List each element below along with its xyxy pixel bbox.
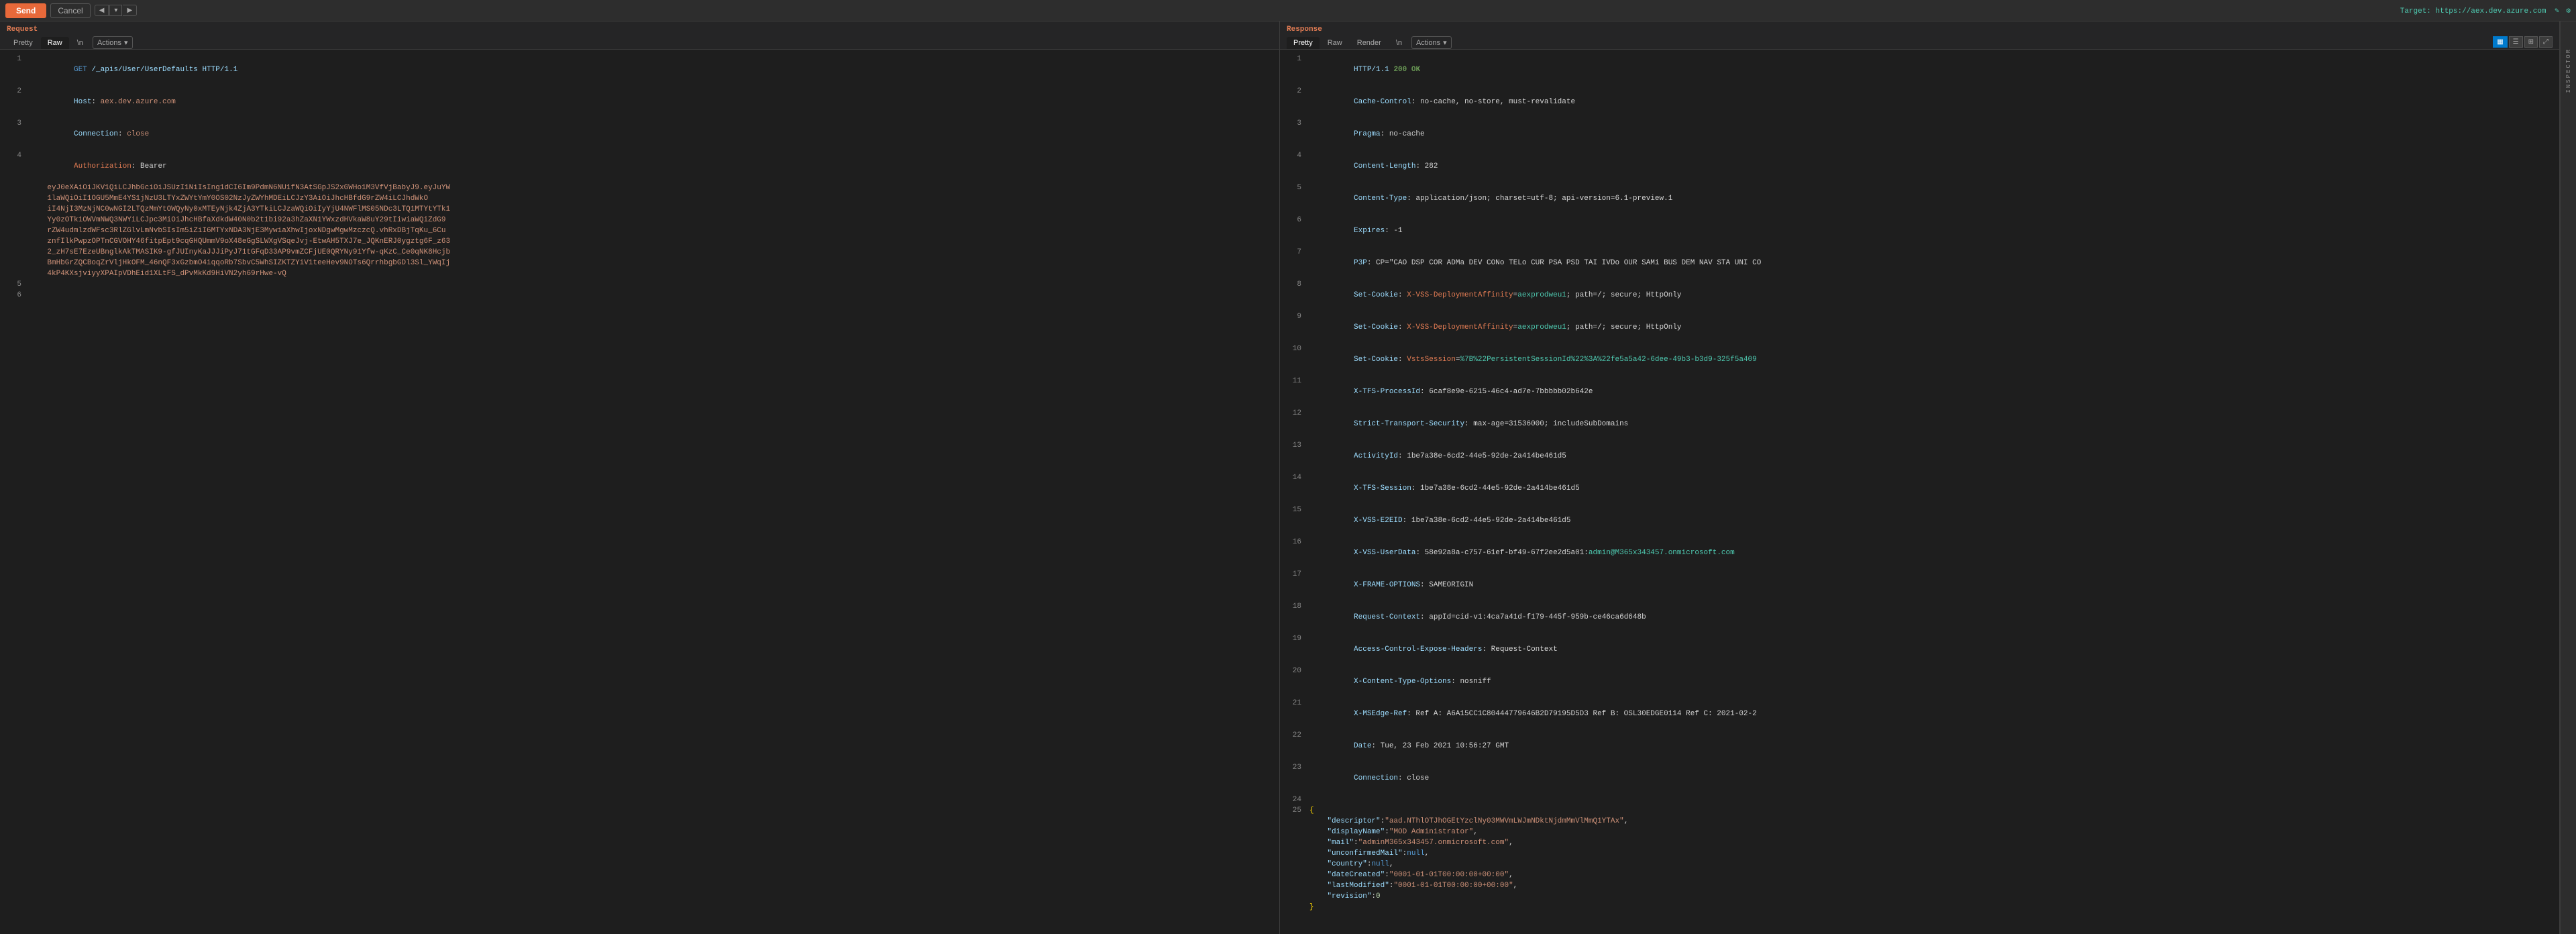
response-actions-button[interactable]: Actions ▾: [1411, 36, 1452, 49]
target-url: Target: https://aex.dev.azure.com ✎ ⚙: [2400, 6, 2571, 15]
next-button[interactable]: ▶: [123, 5, 137, 16]
table-row: 1 HTTP/1.1 200 OK: [1280, 54, 2559, 86]
table-row: "displayName":"MOD Administrator",: [1280, 827, 2559, 837]
table-row: 16 X-VSS-UserData: 58e92a8a-c757-61ef-bf…: [1280, 537, 2559, 569]
tab-request-raw[interactable]: Raw: [41, 37, 69, 49]
table-row: 9 Set-Cookie: X-VSS-DeploymentAffinity=a…: [1280, 311, 2559, 344]
table-row: 21 X-MSEdge-Ref: Ref A: A6A15CC1C8044477…: [1280, 698, 2559, 730]
table-row: 4 Authorization: Bearer: [0, 150, 1279, 183]
table-row: 10 Set-Cookie: VstsSession=%7B%22Persist…: [1280, 344, 2559, 376]
actions-label: Actions: [97, 39, 121, 47]
table-row: 4kP4KXsjviyyXPAIpVDhEid1XLtFS_dPvMkKd9Hi…: [0, 268, 1279, 279]
response-title: Response: [1287, 25, 2553, 34]
table-row: "dateCreated":"0001-01-01T00:00:00+00:00…: [1280, 870, 2559, 880]
table-row: 19 Access-Control-Expose-Headers: Reques…: [1280, 633, 2559, 666]
table-row: znfIlkPwpzOPTnCGVOHY46fitpEpt9cqGHQUmmV9…: [0, 236, 1279, 247]
table-row: 20 X-Content-Type-Options: nosniff: [1280, 666, 2559, 698]
table-row: 5: [0, 279, 1279, 290]
view-table-button[interactable]: ⊞: [2524, 36, 2538, 48]
tab-response-render[interactable]: Render: [1350, 37, 1388, 49]
cancel-button[interactable]: Cancel: [50, 3, 90, 18]
tab-request-pretty[interactable]: Pretty: [7, 37, 40, 49]
table-row: 1 GET /_apis/User/UserDefaults HTTP/1.1: [0, 54, 1279, 86]
table-row: 6 Expires: -1: [1280, 215, 2559, 247]
response-code-area[interactable]: 1 HTTP/1.1 200 OK 2 Cache-Control: no-ca…: [1280, 50, 2559, 934]
table-row: 12 Strict-Transport-Security: max-age=31…: [1280, 408, 2559, 440]
table-row: 8 Set-Cookie: X-VSS-DeploymentAffinity=a…: [1280, 279, 2559, 311]
send-button[interactable]: Send: [5, 3, 46, 18]
table-row: 4 Content-Length: 282: [1280, 150, 2559, 183]
tab-response-newline[interactable]: \n: [1389, 37, 1409, 49]
table-row: 6: [0, 290, 1279, 301]
table-row: 11 X-TFS-ProcessId: 6caf8e9e-6215-46c4-a…: [1280, 376, 2559, 408]
table-row: "descriptor":"aad.NThlOTJhOGEtYzclNy03MW…: [1280, 816, 2559, 827]
table-row: rZW4udmlzdWFsc3RlZGlvLmNvbSIsIm5iZiI6MTY…: [0, 225, 1279, 236]
table-row: iI4NjI3MzNjNC0wNGI2LTQzMmYtOWQyNy0xMTEyN…: [0, 204, 1279, 215]
response-panel-header: Response Pretty Raw Render \n Actions ▾ …: [1280, 21, 2559, 50]
request-tab-bar: Pretty Raw \n Actions ▾: [7, 36, 1273, 49]
table-row: 25 {: [1280, 805, 2559, 816]
table-row: 5 Content-Type: application/json; charse…: [1280, 183, 2559, 215]
table-row: 14 X-TFS-Session: 1be7a38e-6cd2-44e5-92d…: [1280, 472, 2559, 505]
target-url-value: https://aex.dev.azure.com: [2436, 7, 2546, 15]
table-row: 1laWQiOiI1OGU5MmE4YS1jNzU3LTYxZWYtYmY0OS…: [0, 193, 1279, 204]
request-code-area[interactable]: 1 GET /_apis/User/UserDefaults HTTP/1.1 …: [0, 50, 1279, 934]
table-row: 17 X-FRAME-OPTIONS: SAMEORIGIN: [1280, 569, 2559, 601]
table-row: "country":null,: [1280, 859, 2559, 870]
table-row: 2 Host: aex.dev.azure.com: [0, 86, 1279, 118]
edit-icon[interactable]: ✎: [2555, 7, 2559, 15]
table-row: "unconfirmedMail":null,: [1280, 848, 2559, 859]
response-actions-chevron-icon: ▾: [1443, 38, 1447, 47]
table-row: 22 Date: Tue, 23 Feb 2021 10:56:27 GMT: [1280, 730, 2559, 762]
response-tab-bar: Pretty Raw Render \n Actions ▾ ▦ ☰ ⊞ ⤢: [1287, 36, 2553, 49]
table-row: 2_zH7sE7EzeUBnglkAkTMASIK9-gfJUInyKaJJJi…: [0, 247, 1279, 258]
table-row: 2 Cache-Control: no-cache, no-store, mus…: [1280, 86, 2559, 118]
response-panel: Response Pretty Raw Render \n Actions ▾ …: [1280, 21, 2560, 934]
view-grid-button[interactable]: ▦: [2493, 36, 2507, 48]
table-row: "lastModified":"0001-01-01T00:00:00+00:0…: [1280, 880, 2559, 891]
tab-request-newline[interactable]: \n: [70, 37, 90, 49]
view-expand-button[interactable]: ⤢: [2539, 36, 2553, 48]
actions-chevron-icon: ▾: [124, 38, 128, 47]
request-panel: Request Pretty Raw \n Actions ▾ 1 GET /_…: [0, 21, 1280, 934]
table-row: eyJ0eXAiOiJKV1QiLCJhbGciOiJSUzI1NiIsIng1…: [0, 183, 1279, 193]
nav-arrows: ◀ ▾ ▶: [95, 5, 137, 16]
response-actions-label: Actions: [1416, 39, 1440, 47]
table-row: Yy0zOTk1OWVmNWQ3NWYiLCJpc3MiOiJhcHBfaXdk…: [0, 215, 1279, 225]
request-actions-button[interactable]: Actions ▾: [93, 36, 133, 49]
inspector-sidebar: INSPECTOR: [2560, 21, 2576, 934]
table-row: }: [1280, 902, 2559, 913]
table-row: 18 Request-Context: appId=cid-v1:4ca7a41…: [1280, 601, 2559, 633]
table-row: BmHbGrZQCBoqZrVljHkOFM_46nQF3xGzbmO4iqqo…: [0, 258, 1279, 268]
table-row: 3 Pragma: no-cache: [1280, 118, 2559, 150]
table-row: 7 P3P: CP="CAO DSP COR ADMa DEV CONo TEL…: [1280, 247, 2559, 279]
nav-dropdown-button[interactable]: ▾: [109, 5, 122, 16]
tab-response-pretty[interactable]: Pretty: [1287, 37, 1320, 49]
tab-response-raw[interactable]: Raw: [1321, 37, 1349, 49]
view-list-button[interactable]: ☰: [2509, 36, 2523, 48]
table-row: 15 X-VSS-E2EID: 1be7a38e-6cd2-44e5-92de-…: [1280, 505, 2559, 537]
table-row: 13 ActivityId: 1be7a38e-6cd2-44e5-92de-2…: [1280, 440, 2559, 472]
settings-icon[interactable]: ⚙: [2566, 7, 2571, 15]
toolbar: Send Cancel ◀ ▾ ▶ Target: https://aex.de…: [0, 0, 2576, 21]
target-prefix: Target:: [2400, 7, 2436, 15]
table-row: 23 Connection: close: [1280, 762, 2559, 794]
sidebar-label: INSPECTOR: [2565, 48, 2572, 93]
table-row: "revision":0: [1280, 891, 2559, 902]
table-row: "mail":"adminM365x343457.onmicrosoft.com…: [1280, 837, 2559, 848]
table-row: 3 Connection: close: [0, 118, 1279, 150]
request-panel-header: Request Pretty Raw \n Actions ▾: [0, 21, 1279, 50]
main-content: Request Pretty Raw \n Actions ▾ 1 GET /_…: [0, 21, 2576, 934]
table-row: 24: [1280, 794, 2559, 805]
request-title: Request: [7, 25, 1273, 34]
prev-button[interactable]: ◀: [95, 5, 109, 16]
